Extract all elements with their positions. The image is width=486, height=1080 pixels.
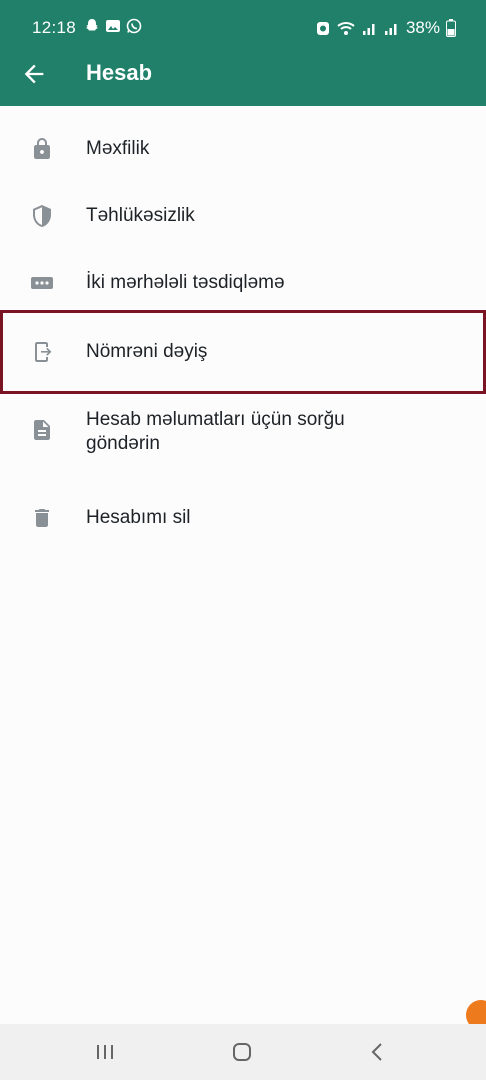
snapchat-icon: [86, 19, 98, 31]
page-title: Hesab: [86, 60, 153, 85]
alarm-icon: [316, 22, 329, 35]
home-icon[interactable]: [230, 1040, 254, 1064]
shield-icon: [33, 205, 51, 227]
list-item-label: Hesab məlumatları üçün sorğu göndərin: [86, 409, 345, 454]
wifi-icon: [337, 22, 355, 35]
back-arrow-icon[interactable]: [20, 60, 48, 88]
list-item-privacy[interactable]: Məxfilik: [0, 106, 486, 174]
battery-icon: [446, 19, 456, 37]
back-icon[interactable]: [366, 1040, 390, 1064]
list-item-two-step-verification[interactable]: İki mərhələli təsdiqləmə: [0, 242, 486, 310]
toolbar: Hesab: [0, 54, 486, 94]
list-item-label: Məxfilik: [86, 138, 150, 159]
battery-percent: 38%: [405, 18, 440, 37]
list-item-label: Təhlükəsizlik: [86, 205, 195, 226]
password-dots-icon: [31, 277, 53, 289]
account-settings-list: Məxfilik Təhlükəsizlik İki mərhələli təs…: [0, 106, 486, 560]
change-number-icon: [35, 342, 52, 362]
status-right: 38%: [316, 18, 456, 38]
recents-icon[interactable]: [93, 1040, 117, 1064]
notification-icons: [84, 18, 142, 34]
list-item-delete-account[interactable]: Hesabımı sil: [0, 492, 486, 560]
document-icon: [34, 420, 50, 440]
list-item-change-number[interactable]: Nömrəni dəyiş: [0, 310, 486, 394]
signal-icon-2: [384, 24, 397, 35]
list-item-request-account-info[interactable]: Hesab məlumatları üçün sorğu göndərin: [0, 394, 486, 492]
list-item-security[interactable]: Təhlükəsizlik: [0, 174, 486, 242]
gallery-icon: [106, 20, 120, 32]
signal-icon-1: [362, 24, 375, 35]
lock-icon: [34, 138, 50, 159]
status-time: 12:18: [32, 18, 77, 37]
whatsapp-icon: [126, 18, 142, 34]
system-nav-bar: [0, 1024, 486, 1080]
list-item-label: İki mərhələli təsdiqləmə: [86, 272, 285, 293]
trash-icon: [35, 509, 49, 527]
list-item-label: Hesabımı sil: [86, 507, 191, 528]
list-item-label: Nömrəni dəyiş: [86, 341, 208, 362]
status-bar: 12:18 38%: [0, 16, 486, 40]
app-bar: 12:18 38% Hesab: [0, 0, 486, 106]
